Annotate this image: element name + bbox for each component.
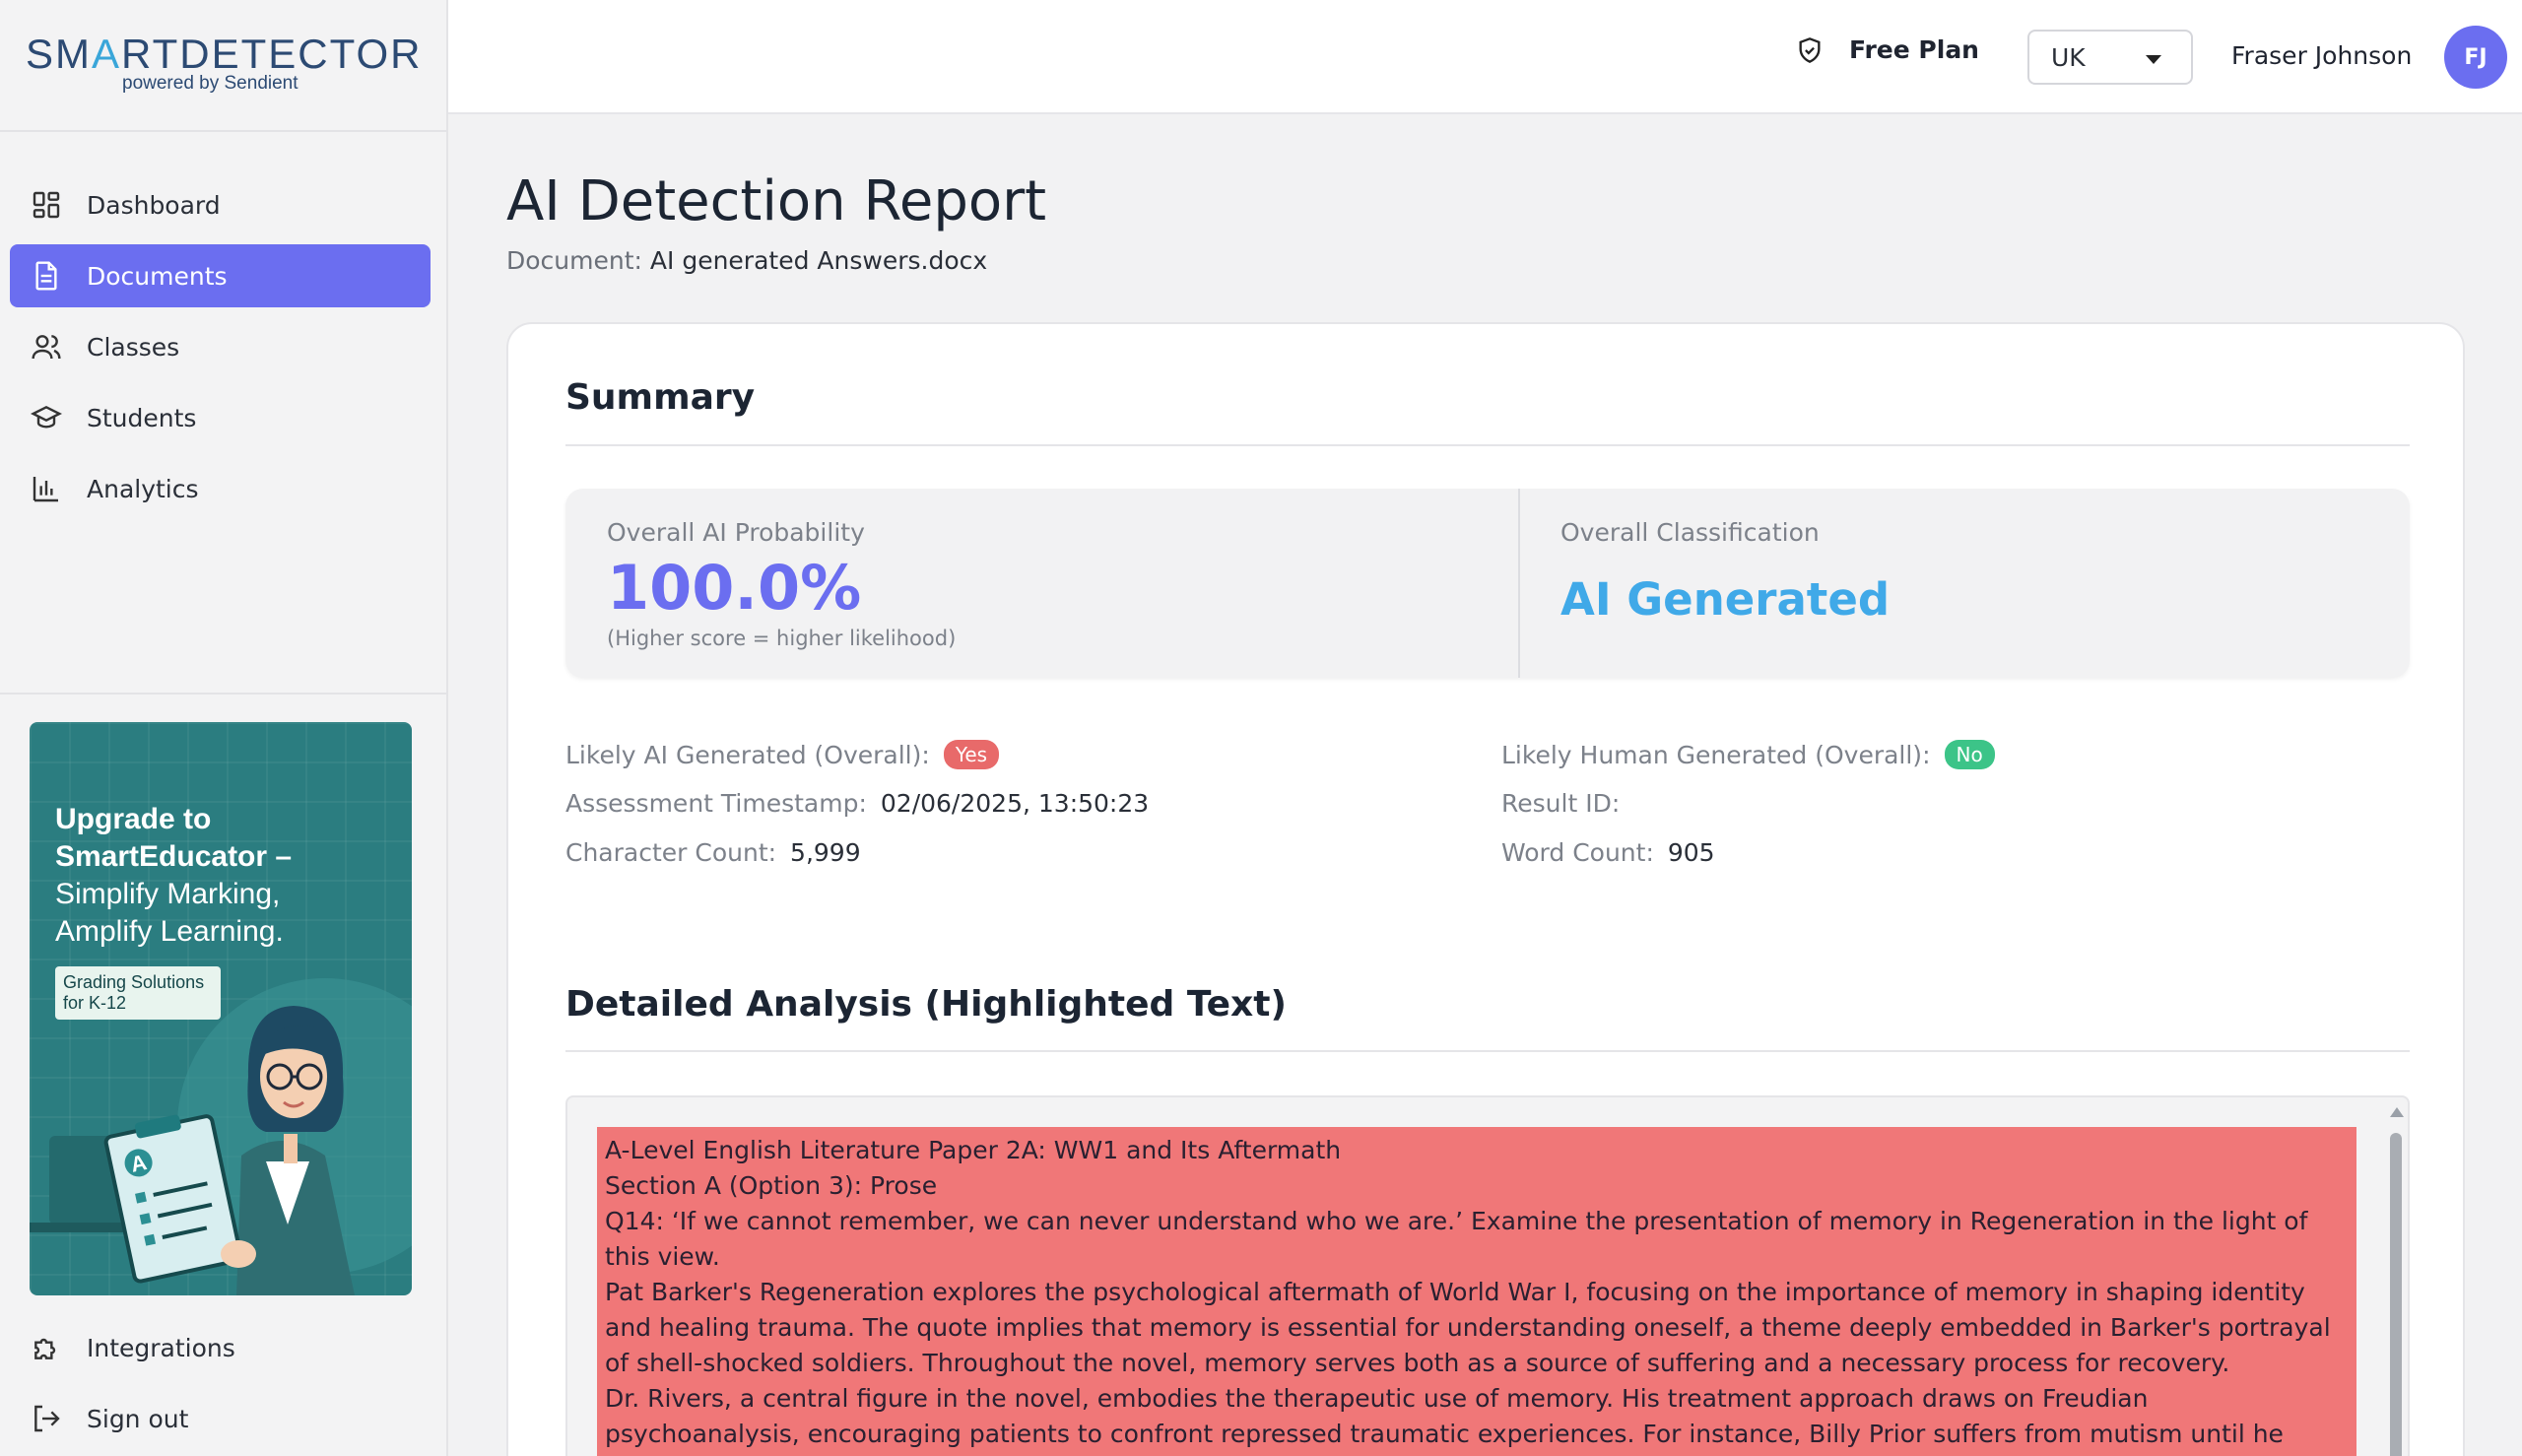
ai-probability-value: 100.0% [607, 552, 862, 624]
document-label: Document: [506, 246, 642, 275]
sidebar-item-label: Integrations [87, 1333, 235, 1362]
likely-ai-row: Likely AI Generated (Overall): Yes [565, 740, 1000, 769]
user-name[interactable]: Fraser Johnson [2231, 41, 2412, 70]
timestamp-row: Assessment Timestamp: 02/06/2025, 13:50:… [565, 789, 1149, 818]
likely-human-row: Likely Human Generated (Overall): No [1501, 740, 1995, 769]
ai-probability-note: (Higher score = higher likelihood) [607, 627, 957, 650]
highlighted-paragraph: A-Level English Literature Paper 2A: WW1… [605, 1136, 1342, 1164]
highlighted-paragraph: Pat Barker's Regeneration explores the p… [605, 1278, 2331, 1377]
likely-human-badge: No [1944, 740, 1995, 769]
sidebar-item-documents[interactable]: Documents [10, 244, 431, 307]
analysis-scroll-area[interactable]: A-Level English Literature Paper 2A: WW1… [565, 1095, 2410, 1456]
summary-box: Overall AI Probability 100.0% (Higher sc… [565, 489, 2410, 678]
avatar[interactable]: FJ [2444, 26, 2507, 89]
scrollbar[interactable] [2388, 1103, 2404, 1456]
sidebar-item-integrations[interactable]: Integrations [10, 1316, 432, 1379]
likely-ai-label: Likely AI Generated (Overall): [565, 740, 930, 769]
document-line: Document: AI generated Answers.docx [506, 246, 987, 275]
highlighted-paragraph: Q14: ‘If we cannot remember, we can neve… [605, 1207, 2308, 1271]
sidebar-item-classes[interactable]: Classes [10, 315, 431, 378]
brand-subtitle: powered by Sendient [122, 73, 299, 94]
classification-value: AI Generated [1560, 573, 1891, 626]
scrollbar-thumb[interactable] [2390, 1133, 2402, 1456]
puzzle-icon [30, 1331, 63, 1364]
dashboard-icon [30, 188, 63, 222]
analysis-title: Detailed Analysis (Highlighted Text) [565, 984, 1287, 1025]
sidebar-item-label: Classes [87, 332, 180, 362]
result-id-label: Result ID: [1501, 789, 1621, 818]
brand-logo[interactable]: SMARTDETECTOR powered by Sendient [0, 0, 446, 132]
chevron-down-icon [2146, 55, 2161, 64]
sidebar-item-label: Analytics [87, 474, 199, 503]
sidebar: SMARTDETECTOR powered by Sendient Dashbo… [0, 0, 448, 1456]
classification-label: Overall Classification [1560, 518, 1820, 547]
word-count-label: Word Count: [1501, 838, 1654, 867]
likely-human-label: Likely Human Generated (Overall): [1501, 740, 1931, 769]
document-name: AI generated Answers.docx [649, 246, 988, 275]
plan-label: Free Plan [1849, 35, 1979, 64]
users-icon [30, 330, 63, 364]
app: SMARTDETECTOR powered by Sendient Dashbo… [0, 0, 2522, 1456]
plan-indicator[interactable]: Free Plan [1796, 35, 1979, 64]
timestamp-label: Assessment Timestamp: [565, 789, 867, 818]
page-title: AI Detection Report [506, 169, 1047, 233]
sidebar-item-sign-out[interactable]: Sign out [10, 1387, 432, 1450]
sidebar-item-students[interactable]: Students [10, 386, 431, 449]
timestamp-value: 02/06/2025, 13:50:23 [880, 789, 1150, 818]
document-icon [30, 259, 63, 293]
ai-probability-label: Overall AI Probability [607, 518, 865, 547]
scroll-up-arrow-icon[interactable] [2390, 1107, 2404, 1117]
shield-check-icon [1799, 36, 1821, 63]
character-count-label: Character Count: [565, 838, 777, 867]
summary-title: Summary [565, 377, 756, 418]
region-select[interactable]: UK [2027, 30, 2193, 85]
highlighted-paragraph: Section A (Option 3): Prose [605, 1171, 938, 1200]
highlighted-paragraph: Dr. Rivers, a central figure in the nove… [605, 1384, 2284, 1456]
region-value: UK [2051, 42, 2086, 72]
report-card: Summary Overall AI Probability 100.0% (H… [506, 322, 2465, 1456]
likely-ai-badge: Yes [943, 740, 1000, 769]
sidebar-item-label: Students [87, 403, 197, 432]
word-count-row: Word Count: 905 [1501, 838, 1715, 867]
sidebar-item-label: Dashboard [87, 190, 221, 220]
graduation-cap-icon [30, 401, 63, 434]
summary-divider-vertical [1518, 489, 1520, 678]
bar-chart-icon [30, 472, 63, 505]
upgrade-promo-banner[interactable]: Upgrade to SmartEducator – Simplify Mark… [30, 722, 412, 1295]
character-count-value: 5,999 [790, 838, 861, 867]
word-count-value: 905 [1667, 838, 1715, 867]
sidebar-nav: Dashboard Documents Classes Students Ana… [0, 132, 446, 520]
teacher-illustration: A [30, 978, 412, 1295]
sidebar-item-label: Sign out [87, 1404, 189, 1433]
highlighted-text[interactable]: A-Level English Literature Paper 2A: WW1… [597, 1127, 2356, 1456]
top-bar: Free Plan UK Fraser Johnson FJ [448, 0, 2522, 114]
sidebar-item-dashboard[interactable]: Dashboard [10, 173, 431, 236]
sign-out-icon [30, 1402, 63, 1435]
analysis-divider [565, 1050, 2410, 1052]
sidebar-item-analytics[interactable]: Analytics [10, 457, 431, 520]
summary-divider [565, 444, 2410, 446]
brand-name: SMARTDETECTOR [26, 31, 423, 77]
character-count-row: Character Count: 5,999 [565, 838, 861, 867]
result-id-row: Result ID: [1501, 789, 1620, 818]
sidebar-item-label: Documents [87, 261, 228, 291]
sidebar-divider [0, 693, 446, 695]
sidebar-bottom-nav: Integrations Sign out [0, 1316, 448, 1456]
